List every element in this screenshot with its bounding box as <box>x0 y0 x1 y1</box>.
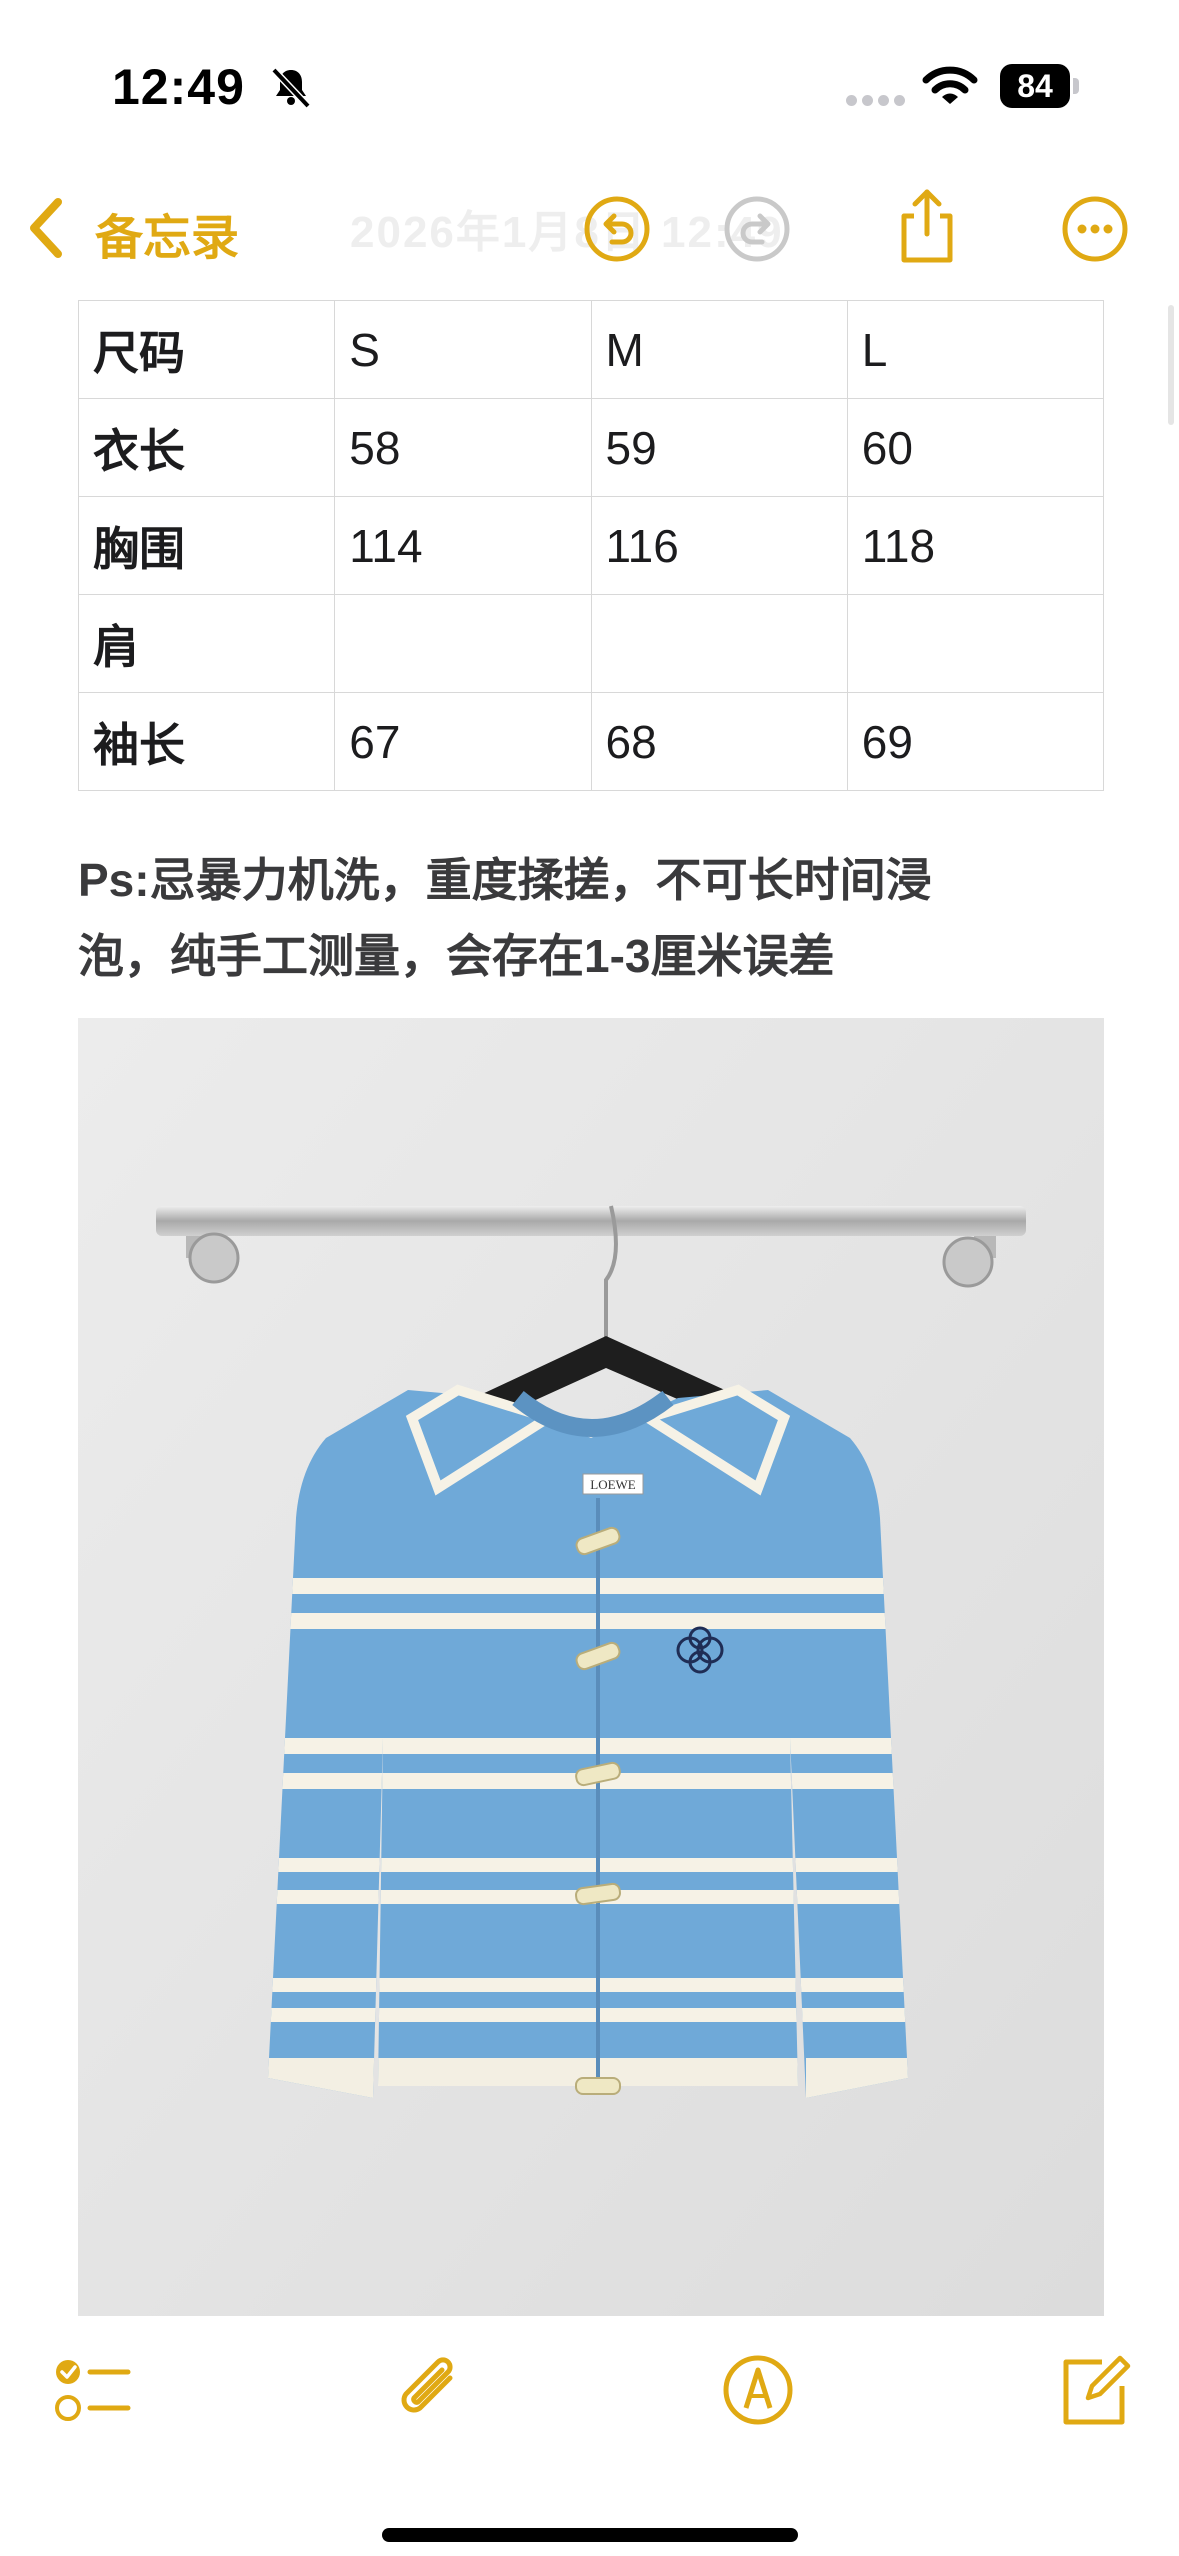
note-title-ghost: 2026年1月8日 12:49 <box>350 208 784 257</box>
table-row: 袖长 67 68 69 <box>77 692 1105 791</box>
table-cell: 60 <box>846 398 1105 497</box>
care-note-line-1: Ps:忌暴力机洗，重度揉搓，不可长时间浸 <box>78 854 932 906</box>
care-note-line-2: 泡，纯手工测量，会存在1-3厘米误差 <box>78 930 835 982</box>
home-indicator[interactable] <box>382 2528 798 2542</box>
table-row-header: 袖长 <box>77 692 336 791</box>
table-row: 衣长 58 59 60 <box>77 398 1105 497</box>
paperclip-icon[interactable] <box>390 2350 470 2430</box>
more-icon[interactable] <box>1060 194 1130 264</box>
battery-icon: 84 <box>1000 64 1080 108</box>
battery-level: 84 <box>1017 68 1053 104</box>
status-time: 12:49 <box>112 59 245 115</box>
markup-pen-icon[interactable] <box>718 2350 798 2430</box>
back-button[interactable]: 备忘录 <box>95 198 239 268</box>
table-cell: 118 <box>846 496 1105 595</box>
compose-icon[interactable] <box>1054 2350 1134 2430</box>
undo-icon[interactable] <box>582 194 652 264</box>
table-cell <box>334 594 592 693</box>
table-row: 尺码 S M L <box>77 300 1105 399</box>
table-cell: 114 <box>334 496 592 595</box>
cellular-dots-icon <box>846 93 910 111</box>
table-cell: L <box>846 300 1105 399</box>
redo-icon[interactable] <box>722 194 792 264</box>
table-cell <box>846 594 1105 693</box>
table-row-header: 胸围 <box>77 496 336 595</box>
scroll-indicator[interactable] <box>1168 305 1174 425</box>
product-photo[interactable]: LOEWE <box>78 1018 1104 2316</box>
table-row-header: 衣长 <box>77 398 336 497</box>
brand-label: LOEWE <box>590 1477 636 1492</box>
table-cell: 116 <box>590 496 848 595</box>
bell-slash-icon <box>271 67 311 109</box>
sweater-photo-illustration: LOEWE <box>78 1018 1104 2316</box>
chevron-left-icon[interactable] <box>24 196 68 260</box>
table-cell: 58 <box>334 398 592 497</box>
size-table: 尺码 S M L 衣长 58 59 60 胸围 114 116 118 肩袖长 67 68 69 <box>77 300 1105 791</box>
table-cell: M <box>590 300 848 399</box>
table-cell: 69 <box>846 692 1105 791</box>
wifi-icon <box>922 66 978 104</box>
checklist-icon[interactable] <box>52 2350 132 2430</box>
table-cell: 68 <box>590 692 848 791</box>
table-row: 肩 <box>77 594 1105 693</box>
table-cell: 67 <box>334 692 592 791</box>
table-cell: S <box>334 300 592 399</box>
share-icon[interactable] <box>892 186 962 266</box>
table-cell: 59 <box>590 398 848 497</box>
table-row-header: 肩 <box>77 594 336 693</box>
table-row: 胸围 114 116 118 <box>77 496 1105 595</box>
care-note[interactable]: Ps:忌暴力机洗，重度揉搓，不可长时间浸 泡，纯手工测量，会存在1-3厘米误差 <box>78 842 1104 994</box>
table-row-header: 尺码 <box>77 300 336 399</box>
table-cell <box>590 594 848 693</box>
